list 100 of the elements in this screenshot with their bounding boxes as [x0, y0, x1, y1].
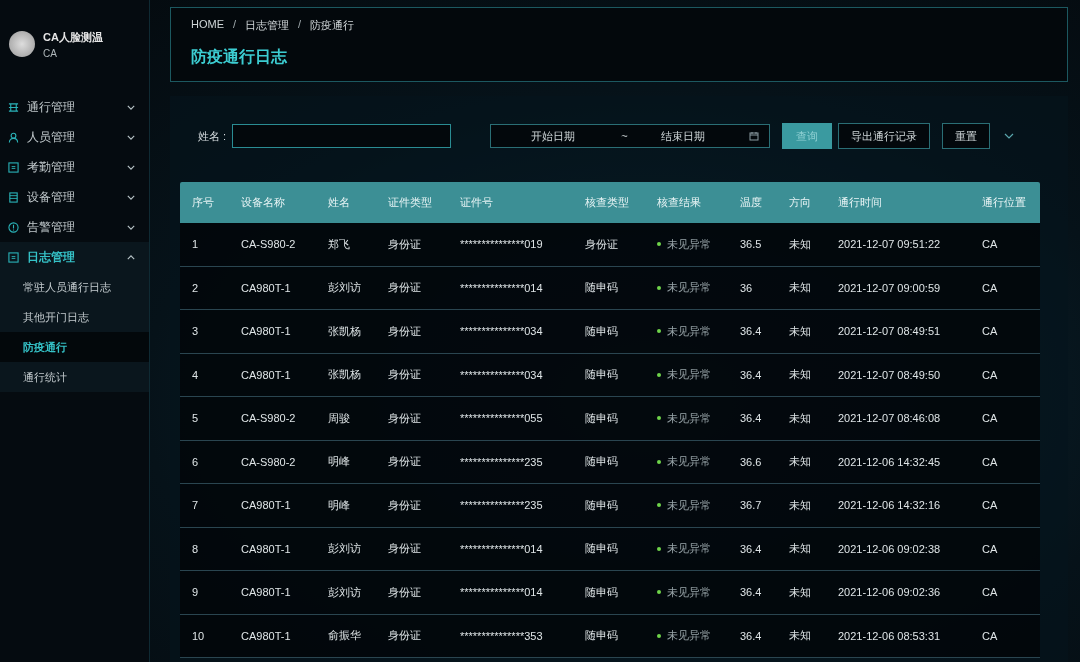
expand-caret-icon[interactable] [1004, 133, 1015, 139]
table-cell-text: 随申码 [585, 367, 619, 383]
table-cell-text: 6 [192, 455, 200, 468]
submenu-item[interactable]: 通行统计 [0, 362, 149, 392]
submenu-item[interactable]: 其他开门日志 [0, 302, 149, 332]
avatar-icon [9, 31, 35, 57]
table-cell-text: CA [982, 586, 999, 599]
status-dot [657, 546, 661, 551]
table-cell-text: 身份证 [388, 541, 422, 557]
breadcrumb-link[interactable]: HOME [191, 18, 224, 33]
table-cell-text: 2021-12-07 09:00:59 [838, 281, 942, 294]
table-cell-text: 2021-12-06 14:32:45 [838, 455, 942, 468]
table-cell-text: 36.7 [740, 499, 763, 512]
status-dot [657, 416, 661, 421]
chevron-icon [127, 104, 135, 110]
table-cell: 未见异常 [667, 454, 711, 470]
table-cell-text: CA980T-1 [241, 586, 292, 599]
table-cell-text: 2021-12-06 08:53:31 [838, 629, 942, 642]
table-cell-text: 3 [192, 325, 200, 338]
table-cell-text: CA980T-1 [241, 542, 292, 555]
status-dot [657, 285, 661, 290]
name-input-field[interactable] [232, 124, 452, 148]
menu-item[interactable]: 告警管理 [0, 212, 149, 242]
calendar-icon [749, 131, 760, 141]
date-range-field[interactable]: 开始日期 ~ 结束日期 [490, 124, 771, 148]
table-cell-text: 36.4 [740, 586, 763, 599]
menu-item[interactable]: 人员管理 [0, 122, 149, 152]
table-cell-text: 36.4 [740, 542, 763, 555]
table-cell-text: 5 [192, 412, 200, 425]
table-cell: 未见异常 [667, 280, 711, 296]
chevron-icon [127, 224, 135, 230]
table-cell-text: 未知 [789, 323, 812, 339]
table-cell-text: 彭刘访 [328, 584, 362, 600]
table-cell: 未见异常 [667, 236, 711, 252]
table-cell-text: ***************034 [460, 368, 544, 381]
table-cell-text: 36.6 [740, 455, 763, 468]
status-dot [657, 329, 661, 334]
table-cell-text: 36.4 [740, 629, 763, 642]
table-cell-text: 彭刘访 [328, 541, 362, 557]
table-cell-text: ***************235 [460, 455, 544, 468]
menu-item[interactable]: 设备管理 [0, 182, 149, 212]
table-cell: 未见异常 [667, 541, 711, 557]
column-header: 通行时间 [838, 195, 883, 210]
column-header: 通行位置 [982, 195, 1027, 210]
table-cell-text: 未知 [789, 628, 812, 644]
table-cell-text: 身份证 [388, 323, 422, 339]
chevron-icon [127, 194, 135, 200]
table-cell-text: 2021-12-06 09:02:36 [838, 586, 942, 599]
menu-item[interactable]: 通行管理 [0, 92, 149, 122]
column-header: 姓名 [328, 195, 351, 210]
table-cell-text: 2021-12-07 08:46:08 [838, 412, 942, 425]
table-cell-text: 随申码 [585, 628, 619, 644]
table-cell-text: 身份证 [388, 236, 422, 252]
table-cell-text: ***************014 [460, 542, 544, 555]
table-cell-text: ***************014 [460, 586, 544, 599]
column-header: 设备名称 [241, 195, 286, 210]
table-cell-text: 身份证 [388, 584, 422, 600]
menu-item[interactable]: 考勤管理 [0, 152, 149, 182]
table-cell: 未见异常 [667, 497, 711, 513]
table-cell-text: 36 [740, 281, 754, 294]
table-cell-text: 36.4 [740, 412, 763, 425]
table-cell-text: 10 [192, 629, 206, 642]
table-cell-text: 2021-12-07 09:51:22 [838, 238, 942, 251]
card-icon [8, 251, 19, 263]
status-dot [657, 590, 661, 595]
person-icon [8, 131, 19, 143]
action-button[interactable]: 重置 [942, 123, 991, 149]
table-cell-text: 身份证 [388, 367, 422, 383]
table-cell-text: 随申码 [585, 454, 619, 470]
table-cell-text: 8 [192, 542, 200, 555]
table-cell-text: 身份证 [388, 280, 422, 296]
column-header: 证件号 [460, 195, 494, 210]
menu-item[interactable]: 日志管理 [0, 242, 149, 272]
table-cell-text: ***************235 [460, 499, 544, 512]
table-cell-text: ***************014 [460, 281, 544, 294]
action-button[interactable]: 导出通行记录 [838, 123, 931, 149]
table-cell: 未见异常 [667, 410, 711, 426]
table-cell-text: CA980T-1 [241, 325, 292, 338]
grid-icon [8, 101, 19, 113]
chevron-icon [127, 254, 135, 260]
breadcrumb-link[interactable]: 日志管理 [245, 18, 290, 33]
status-dot [657, 503, 661, 508]
submenu-item[interactable]: 常驻人员通行日志 [0, 272, 149, 302]
table-cell-text: 郑飞 [328, 236, 351, 252]
table-cell-text: CA980T-1 [241, 499, 292, 512]
chevron-icon [127, 134, 135, 140]
table-cell-text: 2 [192, 281, 200, 294]
table-cell-text: ***************019 [460, 238, 544, 251]
column-header: 方向 [789, 195, 812, 210]
table-cell-text: ***************353 [460, 629, 544, 642]
table-cell-text: 随申码 [585, 497, 619, 513]
table-cell-text: 36.4 [740, 368, 763, 381]
submenu-item[interactable]: 防疫通行 [0, 332, 149, 362]
table-cell: 未见异常 [667, 628, 711, 644]
breadcrumb-link[interactable]: 防疫通行 [310, 18, 355, 33]
status-dot [657, 459, 661, 464]
table-cell-text: CA-S980-2 [241, 455, 297, 468]
column-header: 序号 [192, 195, 215, 210]
table-cell-text: 身份证 [388, 497, 422, 513]
column-header: 核查类型 [585, 195, 630, 210]
